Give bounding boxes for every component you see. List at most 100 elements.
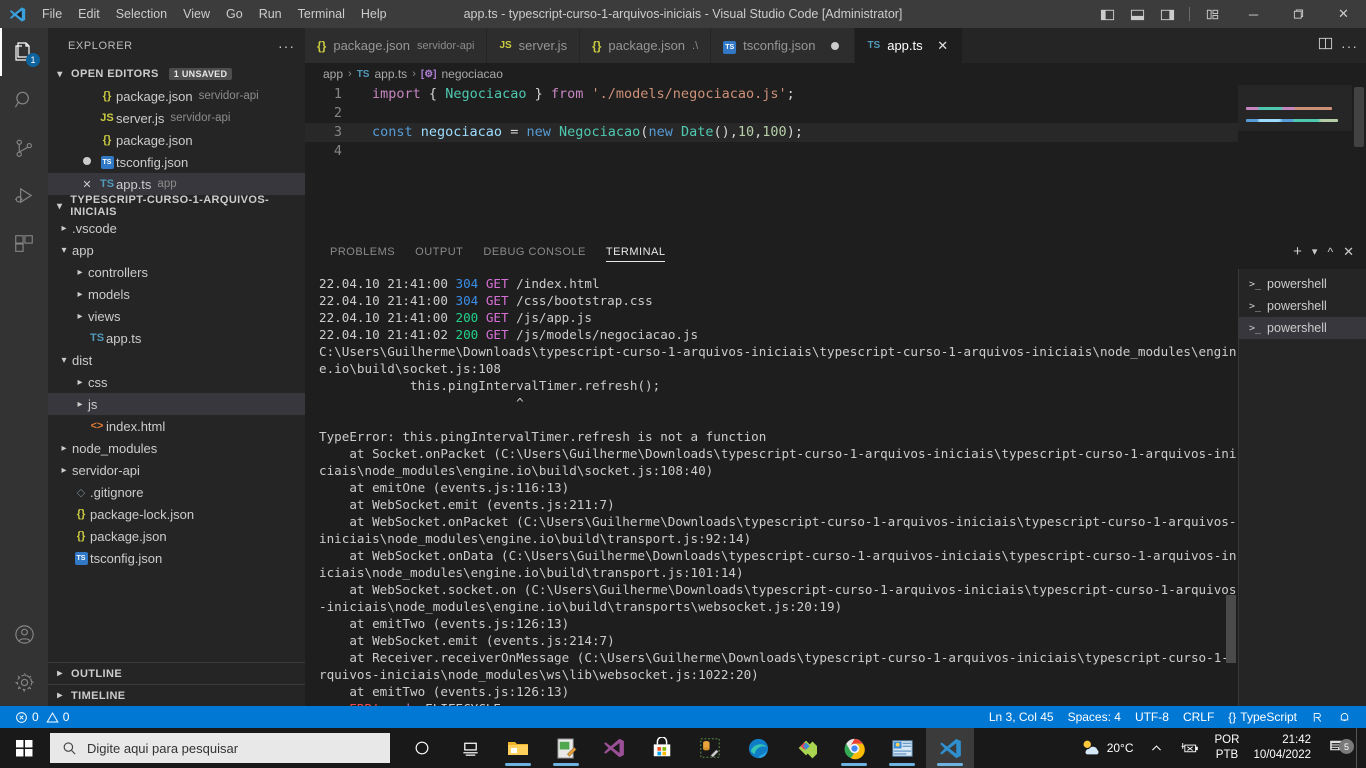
toggle-primary-sidebar-icon[interactable] [1094, 0, 1120, 28]
tree-file-package-lock-json[interactable]: {} package-lock.json [48, 503, 305, 525]
terminal-instance[interactable]: >_ powershell [1239, 273, 1366, 295]
activity-run-debug-icon[interactable] [0, 172, 48, 220]
status-indentation[interactable]: Spaces: 4 [1061, 706, 1128, 728]
open-editor-item[interactable]: {} package.json servidor-api [48, 85, 305, 107]
section-outline[interactable]: ▸ OUTLINE [48, 662, 305, 684]
input-language-indicator[interactable]: POR PTB [1207, 733, 1248, 763]
taskbar-vscode-icon[interactable] [926, 728, 974, 768]
terminal-dropdown-icon[interactable]: ▾ [1312, 245, 1318, 258]
maximize-panel-icon[interactable]: ^ [1327, 245, 1333, 259]
taskbar-search-box[interactable]: Digite aqui para pesquisar [50, 733, 390, 763]
notification-center-button[interactable]: 5 [1317, 736, 1356, 760]
terminal-output[interactable]: 22.04.10 21:41:00 304 GET /index.html 22.… [305, 269, 1238, 706]
task-view-icon[interactable] [398, 728, 446, 768]
close-panel-icon[interactable]: ✕ [1343, 244, 1354, 260]
code-line[interactable]: 1 import { Negociacao } from './models/ne… [305, 85, 1366, 104]
activity-explorer-icon[interactable]: 1 [0, 28, 48, 76]
tab-dirty-indicator-icon[interactable] [828, 38, 842, 53]
section-timeline[interactable]: ▸ TIMELINE [48, 684, 305, 706]
terminal-instance[interactable]: >_ powershell [1239, 295, 1366, 317]
open-editor-item[interactable]: {} package.json [48, 129, 305, 151]
start-button-icon[interactable] [0, 728, 48, 768]
tree-folder-servidor-api[interactable]: ▸ servidor-api [48, 459, 305, 481]
terminal-scrollbar[interactable] [1224, 269, 1238, 706]
tree-file-app-ts[interactable]: TS app.ts [48, 327, 305, 349]
tree-file-index-html[interactable]: <> index.html [48, 415, 305, 437]
breadcrumb-symbol[interactable]: negociacao [441, 67, 502, 81]
status-notifications-bell-icon[interactable] [1331, 706, 1358, 728]
panel-tab-output[interactable]: OUTPUT [405, 234, 473, 269]
tree-file--gitignore[interactable]: ◇ .gitignore [48, 481, 305, 503]
tree-folder-node-modules[interactable]: ▸ node_modules [48, 437, 305, 459]
taskbar-paint-3d-icon[interactable] [782, 728, 830, 768]
close-editor-icon[interactable]: ✕ [76, 178, 98, 191]
section-project-root[interactable]: ▾ TYPESCRIPT-CURSO-1-ARQUIVOS-INICIAIS [48, 194, 305, 218]
open-editor-item[interactable]: TS tsconfig.json [48, 151, 305, 173]
menu-help[interactable]: Help [353, 0, 395, 28]
status-problems[interactable]: 0 0 [8, 706, 76, 728]
breadcrumb-file[interactable]: app.ts [374, 67, 407, 81]
close-button[interactable]: ✕ [1321, 0, 1366, 28]
editor-scrollbar[interactable] [1352, 85, 1366, 234]
breadcrumb-folder[interactable]: app [323, 67, 343, 81]
show-hidden-icons-button[interactable] [1142, 728, 1171, 768]
maximize-button[interactable] [1276, 0, 1321, 28]
tree-file-tsconfig-json[interactable]: TS tsconfig.json [48, 547, 305, 569]
tree-folder-controllers[interactable]: ▸ controllers [48, 261, 305, 283]
panel-tab-terminal[interactable]: TERMINAL [596, 234, 676, 269]
new-terminal-icon[interactable]: + [1293, 243, 1302, 260]
activity-search-icon[interactable] [0, 76, 48, 124]
tab-server-js[interactable]: JS server.js [487, 28, 581, 63]
code-line[interactable]: 3 const negociacao = new Negociacao(new D… [305, 123, 1366, 142]
tab-tsconfig-json[interactable]: TS tsconfig.json [711, 28, 856, 63]
weather-widget[interactable]: 20°C [1071, 728, 1142, 768]
tab-close-icon[interactable]: ✕ [936, 38, 950, 54]
tree-file-package-json[interactable]: {} package.json [48, 525, 305, 547]
editor-scrollbar-thumb[interactable] [1354, 87, 1364, 147]
taskbar-microsoft-store-icon[interactable] [638, 728, 686, 768]
activity-accounts-icon[interactable] [0, 610, 48, 658]
panel-tab-problems[interactable]: PROBLEMS [320, 234, 405, 269]
activity-settings-gear-icon[interactable] [0, 658, 48, 706]
toggle-secondary-sidebar-icon[interactable] [1154, 0, 1180, 28]
menu-selection[interactable]: Selection [108, 0, 175, 28]
panel-tab-debug-console[interactable]: DEBUG CONSOLE [473, 234, 595, 269]
terminal-scrollbar-thumb[interactable] [1226, 595, 1236, 663]
split-editor-icon[interactable] [1318, 36, 1333, 56]
taskbar-google-chrome-icon[interactable] [830, 728, 878, 768]
tree-folder-css[interactable]: ▸ css [48, 371, 305, 393]
open-editor-item-active[interactable]: ✕ TS app.ts app [48, 173, 305, 195]
tree-folder--vscode[interactable]: ▸ .vscode [48, 217, 305, 239]
code-line[interactable]: 2 [305, 104, 1366, 123]
tree-folder-js[interactable]: ▸ js [48, 393, 305, 415]
taskbar-file-explorer-icon[interactable] [494, 728, 542, 768]
show-desktop-button[interactable] [1356, 728, 1362, 768]
activity-source-control-icon[interactable] [0, 124, 48, 172]
customize-layout-icon[interactable] [1199, 0, 1225, 28]
tab-package-json-servidor-api[interactable]: {} package.json servidor-api [305, 28, 488, 63]
clock-widget[interactable]: 21:42 10/04/2022 [1247, 733, 1317, 763]
status-feedback-icon[interactable] [1304, 706, 1331, 728]
editor-more-icon[interactable]: ··· [1341, 38, 1358, 54]
open-editor-item[interactable]: JS server.js servidor-api [48, 107, 305, 129]
menu-run[interactable]: Run [251, 0, 290, 28]
taskbar-outlook-icon[interactable] [878, 728, 926, 768]
menu-edit[interactable]: Edit [70, 0, 108, 28]
battery-icon[interactable] [1171, 728, 1207, 768]
tree-folder-models[interactable]: ▸ models [48, 283, 305, 305]
taskbar-notepad-icon[interactable] [542, 728, 590, 768]
terminal-instance-active[interactable]: >_ powershell [1239, 317, 1366, 339]
taskbar-sql-tools-icon[interactable] [686, 728, 734, 768]
minimize-button[interactable]: ─ [1231, 0, 1276, 28]
tree-folder-app[interactable]: ▾ app [48, 239, 305, 261]
code-editor[interactable]: 1 import { Negociacao } from './models/ne… [305, 85, 1366, 234]
menu-view[interactable]: View [175, 0, 218, 28]
status-cursor-position[interactable]: Ln 3, Col 45 [982, 706, 1061, 728]
taskbar-microsoft-edge-icon[interactable] [734, 728, 782, 768]
menu-go[interactable]: Go [218, 0, 251, 28]
activity-extensions-icon[interactable] [0, 220, 48, 268]
code-lines[interactable]: 1 import { Negociacao } from './models/ne… [305, 85, 1366, 161]
tab-app-ts[interactable]: TS app.ts ✕ [855, 28, 963, 63]
status-eol[interactable]: CRLF [1176, 706, 1221, 728]
tab-package-json-root[interactable]: {} package.json .\ [580, 28, 712, 63]
